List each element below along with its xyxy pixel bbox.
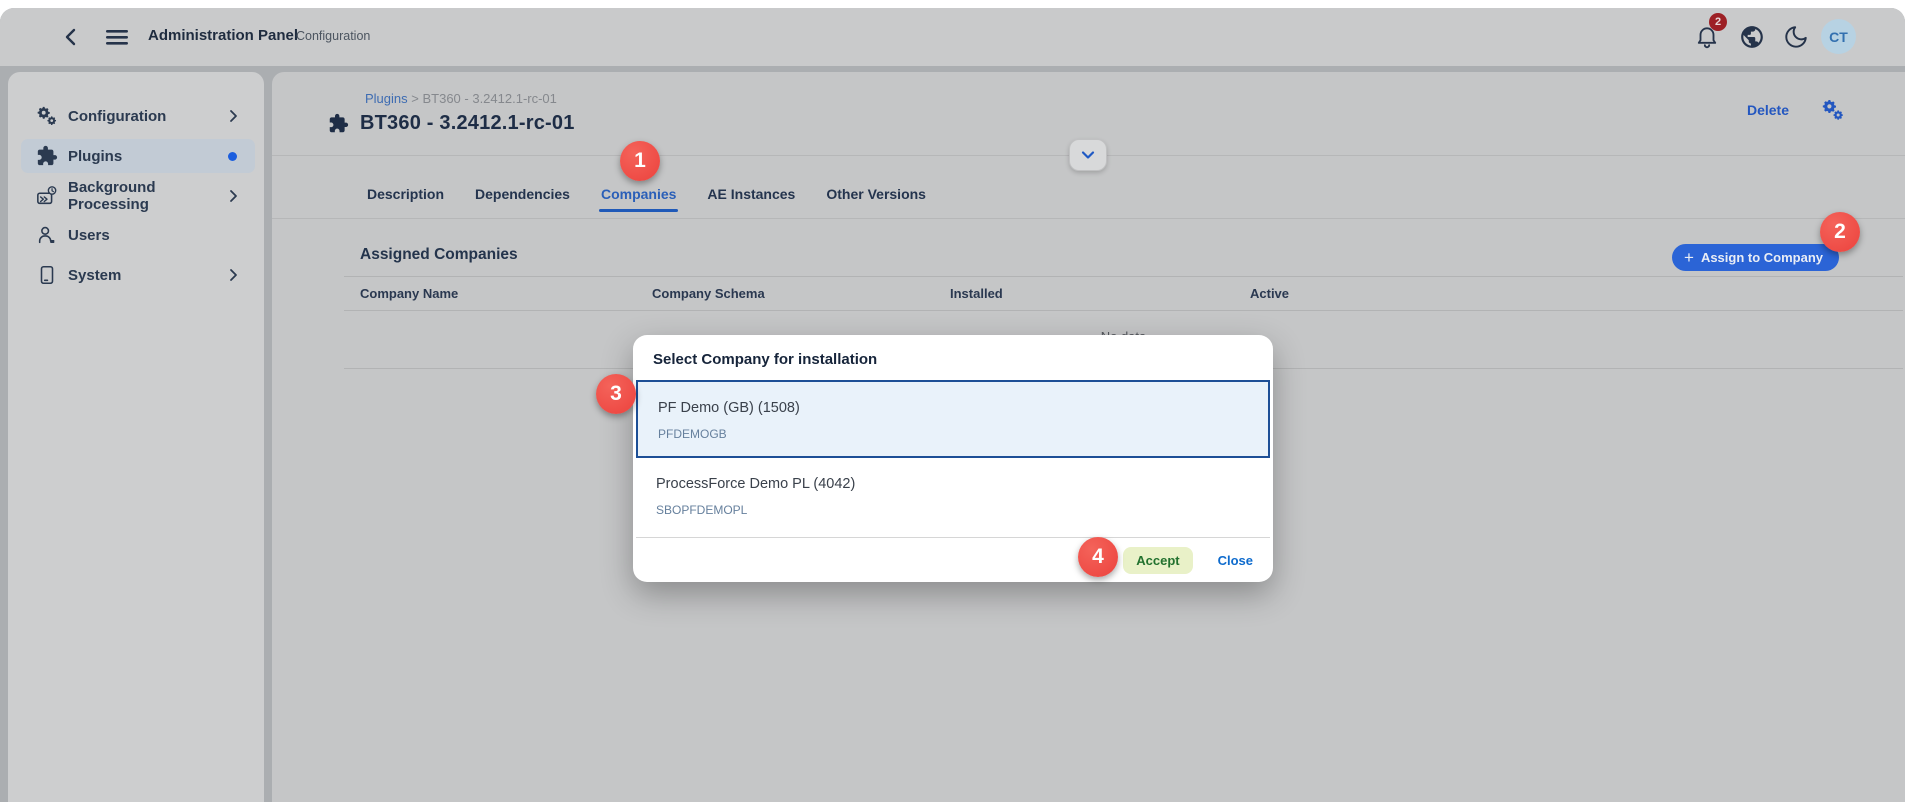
- app-title: Administration Panel: [148, 27, 298, 44]
- company-option-pf-demo-gb[interactable]: PF Demo (GB) (1508) PFDEMOGB: [636, 380, 1270, 458]
- breadcrumb-link-plugins[interactable]: Plugins: [365, 91, 408, 106]
- tabs-divider: [272, 218, 1905, 219]
- sidebar-item-label: System: [68, 267, 225, 284]
- annotation-circle-2: 2: [1820, 212, 1860, 252]
- globe-icon: [1739, 24, 1765, 50]
- puzzle-icon: [328, 113, 349, 134]
- tab-other-versions[interactable]: Other Versions: [824, 174, 928, 214]
- plus-icon: +: [1684, 249, 1694, 266]
- column-header-active: Active: [1250, 286, 1289, 301]
- accept-button[interactable]: Accept: [1123, 547, 1192, 574]
- sidebar-nav: Configuration Plugins: [8, 72, 264, 802]
- breadcrumb-separator: >: [411, 91, 419, 106]
- company-option-schema: SBOPFDEMOPL: [656, 503, 747, 517]
- dialog-title: Select Company for installation: [653, 351, 877, 368]
- sidebar-item-plugins[interactable]: Plugins: [21, 139, 255, 173]
- user-avatar[interactable]: CT: [1821, 19, 1856, 54]
- user-icon: [36, 224, 58, 246]
- settings-gears-icon[interactable]: [1821, 98, 1845, 122]
- inbox-clock-icon: [36, 185, 58, 207]
- column-header-installed: Installed: [950, 286, 1003, 301]
- chevron-down-icon: [1079, 146, 1097, 164]
- breadcrumb-current: BT360 - 3.2412.1-rc-01: [422, 91, 556, 106]
- company-option-name: PF Demo (GB) (1508): [658, 400, 800, 416]
- app-window: Administration Panel Configuration 2 CT: [0, 8, 1905, 802]
- app-subtitle: Configuration: [296, 29, 370, 43]
- close-button[interactable]: Close: [1218, 553, 1253, 568]
- assign-button-label: Assign to Company: [1701, 250, 1823, 265]
- annotation-circle-1: 1: [620, 141, 660, 181]
- chevron-left-icon: [60, 25, 84, 49]
- sidebar-item-label: Background Processing: [68, 179, 225, 213]
- sidebar-item-label: Users: [68, 227, 255, 244]
- sidebar-item-configuration[interactable]: Configuration: [21, 99, 255, 133]
- sidebar-item-background-processing[interactable]: Background Processing: [21, 179, 255, 213]
- moon-icon: [1783, 24, 1809, 50]
- chevron-right-icon: [225, 188, 241, 204]
- back-button[interactable]: [60, 25, 84, 49]
- annotation-circle-4: 4: [1078, 537, 1118, 577]
- language-button[interactable]: [1739, 24, 1765, 50]
- table-header-row: Company Name Company Schema Installed Ac…: [344, 276, 1903, 311]
- dark-mode-button[interactable]: [1783, 24, 1809, 50]
- sidebar-item-label: Configuration: [68, 108, 225, 125]
- tab-ae-instances[interactable]: AE Instances: [705, 174, 797, 214]
- hamburger-icon: [104, 25, 130, 49]
- company-option-name: ProcessForce Demo PL (4042): [656, 476, 855, 492]
- delete-button[interactable]: Delete: [1747, 102, 1789, 118]
- screenshot-root: Administration Panel Configuration 2 CT: [0, 0, 1905, 802]
- top-header-bar: Administration Panel Configuration 2 CT: [0, 8, 1905, 66]
- tablet-icon: [36, 264, 58, 286]
- company-option-processforce-demo-pl[interactable]: ProcessForce Demo PL (4042) SBOPFDEMOPL: [636, 458, 1270, 538]
- breadcrumb: Plugins > BT360 - 3.2412.1-rc-01: [365, 91, 557, 106]
- chevron-right-icon: [225, 267, 241, 283]
- notification-count-badge: 2: [1709, 13, 1727, 31]
- tab-description[interactable]: Description: [365, 174, 446, 214]
- column-header-company-name: Company Name: [360, 286, 458, 301]
- annotation-circle-3: 3: [596, 374, 636, 414]
- page-title-row: BT360 - 3.2412.1-rc-01: [328, 112, 575, 135]
- sidebar-item-users[interactable]: Users: [21, 218, 255, 252]
- collapse-header-button[interactable]: [1069, 139, 1107, 171]
- company-option-schema: PFDEMOGB: [658, 427, 727, 441]
- sidebar-item-system[interactable]: System: [21, 258, 255, 292]
- assign-to-company-button[interactable]: + Assign to Company: [1672, 244, 1839, 271]
- tab-dependencies[interactable]: Dependencies: [473, 174, 572, 214]
- chevron-right-icon: [225, 108, 241, 124]
- gears-icon: [36, 105, 58, 127]
- active-dot: [228, 152, 237, 161]
- sidebar-item-label: Plugins: [68, 148, 228, 165]
- menu-button[interactable]: [104, 25, 130, 49]
- puzzle-icon: [36, 145, 58, 167]
- select-company-dialog: Select Company for installation PF Demo …: [633, 335, 1273, 582]
- page-title: BT360 - 3.2412.1-rc-01: [360, 112, 575, 135]
- dialog-footer: Accept Close: [633, 538, 1273, 582]
- column-header-company-schema: Company Schema: [652, 286, 765, 301]
- section-title: Assigned Companies: [360, 246, 518, 264]
- page-actions: Delete: [1747, 98, 1845, 122]
